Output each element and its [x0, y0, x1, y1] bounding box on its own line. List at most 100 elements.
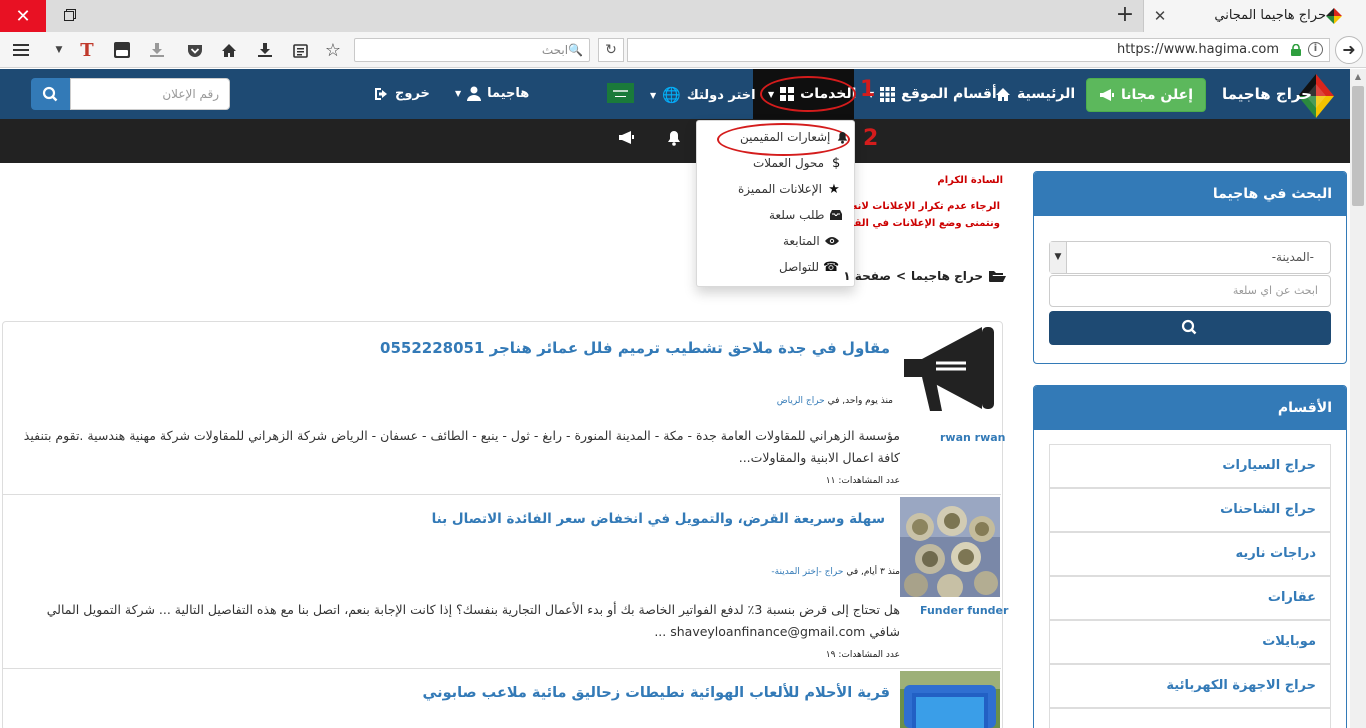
sidebar-search-button[interactable] — [1049, 311, 1331, 345]
home-icon[interactable] — [218, 39, 240, 61]
sign-out-icon — [375, 87, 387, 100]
nav-user[interactable]: هاجيما ▼ — [455, 86, 529, 101]
phone-icon: ☎ — [822, 259, 840, 275]
listing-meta-city-link[interactable]: حراج الرياض — [777, 396, 825, 406]
dropdown-item-label: الإعلانات المميزة — [738, 182, 822, 196]
grid-icon — [880, 86, 896, 102]
reload-icon[interactable]: ↻ — [598, 38, 624, 62]
dropdown-item-label: محول العملات — [753, 156, 825, 170]
select-arrow-icon[interactable]: ▼ — [1050, 242, 1067, 273]
breadcrumb-page: صفحة ١ — [843, 269, 891, 283]
category-motorcycles[interactable]: دراجات ناريه — [1049, 532, 1331, 576]
dropdown-item-featured-ads[interactable]: ★ الإعلانات المميزة — [738, 181, 841, 197]
dropdown-item-residents-notifications[interactable]: إشعارات المقيمين — [740, 130, 849, 144]
item-search-input[interactable]: ابحث عن اي سلعة — [1049, 275, 1331, 307]
ad-number-input[interactable]: رقم الإعلان — [70, 78, 230, 110]
bell-icon[interactable] — [667, 130, 681, 146]
dropdown-item-currency-converter[interactable]: $ محول العملات — [753, 156, 843, 171]
info-icon[interactable]: i — [1308, 42, 1323, 57]
tab-close-icon[interactable]: ✕ — [1151, 7, 1169, 25]
tab-title: حراج هاجيما المجاني — [1214, 8, 1326, 23]
category-electronics[interactable]: حراج الاجهزة الكهربائية — [1049, 664, 1331, 708]
search-icon — [1181, 319, 1197, 335]
new-tab-button[interactable]: + — [1113, 4, 1137, 28]
dropdown-arrow-icon[interactable]: ▼ — [48, 39, 70, 61]
category-real-estate[interactable]: عقارات — [1049, 576, 1331, 620]
listing-views: عدد المشاهدات: ١١ — [825, 476, 900, 486]
download-icon[interactable] — [146, 39, 168, 61]
post-free-ad-button[interactable]: إعلن مجانا — [1086, 78, 1206, 112]
caret-down-icon: ▼ — [650, 90, 657, 100]
notice-greeting: السادة الكرام — [937, 175, 1003, 186]
window-restore-button[interactable] — [46, 0, 92, 32]
megaphone-icon[interactable] — [618, 130, 635, 145]
annotation-number-2: 2 — [863, 126, 879, 151]
listing-meta-city-link[interactable]: حراج -إختر المدينة- — [771, 567, 843, 577]
nav-home[interactable]: الرئيسية — [995, 86, 1075, 102]
scroll-up-arrow-icon[interactable]: ▲ — [1350, 69, 1366, 85]
listing-views: عدد المشاهدات: ١٩ — [825, 650, 900, 660]
category-more[interactable] — [1049, 708, 1331, 728]
listing-divider — [3, 668, 1001, 669]
listing-description-line: شافي shaveyloanfinance@gmail.com ... — [654, 624, 900, 639]
category-mobiles[interactable]: موبايلات — [1049, 620, 1331, 664]
annotation-number-1: 1 — [860, 77, 876, 102]
menu-icon[interactable] — [10, 39, 32, 61]
youtube-icon[interactable] — [111, 39, 133, 61]
dropdown-item-contact[interactable]: ☎ للتواصل — [779, 259, 840, 275]
window-close-button[interactable]: ✕ — [0, 0, 46, 32]
nav-user-label: هاجيما — [487, 86, 530, 101]
caret-down-icon: ▼ — [455, 89, 462, 98]
nav-choose-country[interactable]: اختر دولتك 🌐 ▼ — [650, 86, 756, 104]
search-placeholder: ابحث — [541, 43, 569, 57]
money-rolls-thumbnail[interactable] — [900, 497, 1000, 597]
breadcrumb: حراج هاجيما > صفحة ١ — [843, 269, 1006, 283]
url-bar[interactable]: https://www.hagima.com i — [627, 38, 1330, 62]
inflatable-pool-thumbnail[interactable] — [900, 671, 1000, 728]
nav-logout[interactable]: خروج — [374, 86, 430, 101]
bookmark-star-icon[interactable]: ☆ — [322, 39, 344, 61]
browser-search-input[interactable]: 🔍ابحث — [354, 38, 590, 62]
listing-description: هل تحتاج إلى قرض بنسبة 3٪ لدفع الفواتير … — [10, 599, 900, 643]
nav-sections[interactable]: أقسام الموقع ▼ — [868, 86, 997, 102]
megaphone-icon — [1099, 89, 1114, 101]
dropdown-item-label: طلب سلعة — [769, 208, 825, 222]
search-icon — [42, 86, 58, 102]
city-select[interactable]: -المدينة- — [1049, 241, 1331, 274]
listing-user[interactable]: rwan rwan — [940, 431, 1006, 444]
reader-icon[interactable] — [289, 39, 311, 61]
site-favicon-icon — [1326, 8, 1342, 24]
pocket-icon[interactable] — [184, 39, 206, 61]
post-button-label: إعلن مجانا — [1120, 87, 1194, 103]
listing-title[interactable]: قرية الأحلام للألعاب الهوائية نطيطات زحا… — [422, 685, 890, 701]
listing-title[interactable]: مقاول في جدة ملاحق تشطيب ترميم فلل عمائر… — [380, 339, 890, 357]
megaphone-thumbnail-icon[interactable] — [900, 323, 1001, 415]
notice-line-1: الرجاء عدم تكرار الإعلانات لانه سيتم — [854, 201, 1000, 212]
sidebar-search-title: البحث في هاجيما — [1034, 172, 1346, 216]
dropdown-item-label: إشعارات المقيمين — [740, 130, 831, 144]
dropdown-item-label: للتواصل — [779, 260, 820, 274]
scrollbar-thumb[interactable] — [1352, 86, 1364, 206]
ad-search-button[interactable] — [31, 78, 70, 110]
category-trucks[interactable]: حراج الشاحنات — [1049, 488, 1331, 532]
forward-button[interactable]: ➜ — [1335, 36, 1363, 64]
listing-description-line: هل تحتاج إلى قرض بنسبة 3٪ لدفع الفواتير … — [46, 602, 900, 617]
site-logo-text[interactable]: حراج هاجيما — [1222, 85, 1312, 103]
listing-title[interactable]: سهلة وسريعة القرض، والتمويل في انخفاض سع… — [432, 511, 885, 527]
saudi-flag-icon[interactable] — [607, 83, 634, 103]
restore-icon — [64, 11, 74, 21]
listing-meta: منذ ٣ أيام, في حراج -إختر المدينة- — [771, 567, 900, 577]
url-text: https://www.hagima.com — [1116, 42, 1279, 57]
star-icon: ★ — [828, 181, 840, 197]
downloads-arrow-icon[interactable] — [254, 39, 276, 61]
listing-description-line: كافة اعمال الابنية والمقاولات... — [738, 450, 900, 465]
listing-user[interactable]: Funder funder — [920, 604, 1008, 617]
inbox-icon — [829, 208, 843, 222]
translate-t-icon[interactable]: T — [76, 39, 98, 61]
nav-sections-label: أقسام الموقع — [901, 86, 997, 102]
dropdown-item-following[interactable]: المتابعة — [783, 234, 839, 248]
breadcrumb-root[interactable]: حراج هاجيما — [911, 269, 983, 283]
dropdown-item-request-item[interactable]: طلب سلعة — [769, 208, 843, 222]
category-cars[interactable]: حراج السيارات — [1049, 444, 1331, 488]
eye-icon — [824, 234, 839, 248]
